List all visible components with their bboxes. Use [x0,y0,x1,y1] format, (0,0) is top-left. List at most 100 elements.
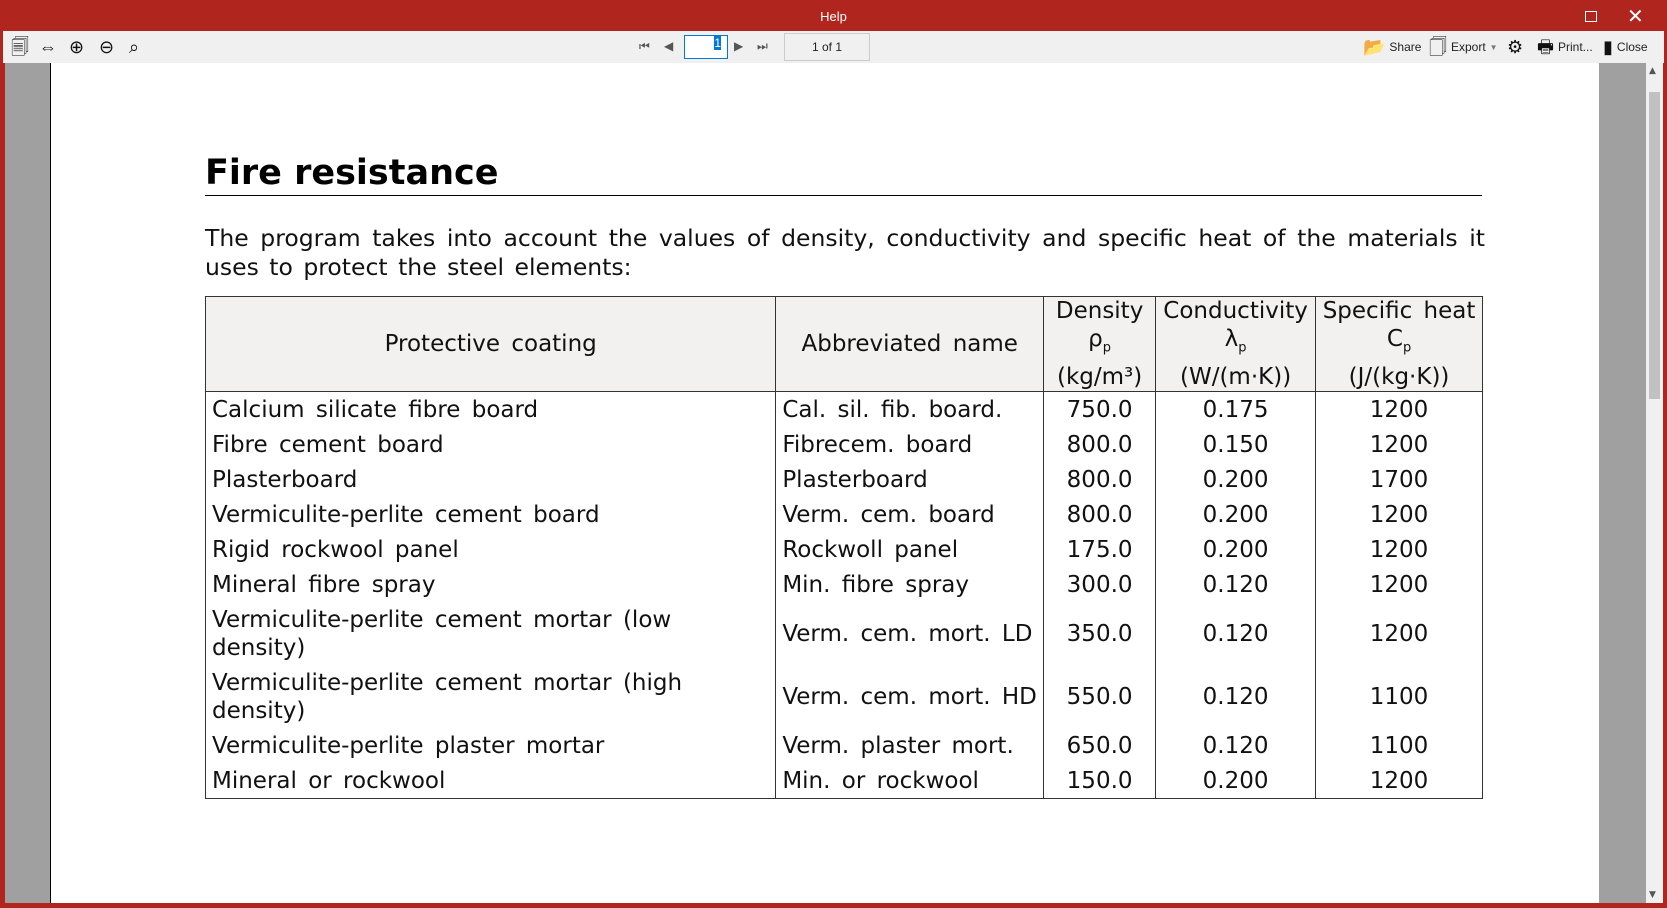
column-header: Protective coating [204,296,777,392]
header-unit: (W/(m·K)) [1179,363,1292,390]
scroll-up-icon[interactable]: ▲ [1649,66,1656,76]
toolbar: 🗐 ⇔ ⊕ ⊖ ⌕ ⏮ ◀ 1 ▶ ⏭ 1 of 1 📂 Share 🗍 Expor… [3,31,1664,63]
specific-heat-cell: 1200 [1315,391,1483,427]
zoom-in-icon[interactable]: ⊕ [69,35,84,59]
table-row: Mineral or rockwool Min. or rockwool 150.0… [204,762,1483,799]
conductivity-cell: 0.150 [1155,426,1317,462]
scroll-down-icon[interactable]: ▼ [1649,890,1656,900]
table-row: Vermiculite-perlite plaster mortar Verm. … [204,727,1483,763]
symbol: ρ [1088,326,1103,352]
export-button[interactable]: 🗍 Export ▼ [1429,35,1498,59]
table-row: Vermiculite-perlite cement mortar (high … [204,664,1483,728]
column-header: Abbreviated name [775,296,1045,392]
last-page-icon[interactable]: ⏭ [757,39,768,54]
abbrev-cell: Fibrecem. board [775,426,1045,462]
abbrev-cell: Min. or rockwool [775,762,1045,799]
intro-paragraph: The program takes into account the value… [205,224,1485,281]
density-cell: 175.0 [1043,531,1157,567]
coating-cell: Vermiculite-perlite plaster mortar [204,727,777,763]
coating-cell: Mineral fibre spray [204,566,777,602]
header-title: Specific heat [1322,298,1476,324]
fit-width-icon[interactable]: ⇔ [39,35,57,59]
density-cell: 150.0 [1043,762,1157,799]
share-button[interactable]: 📂 Share [1363,35,1421,59]
left-margin [5,63,51,903]
conductivity-cell: 0.120 [1155,664,1317,728]
specific-heat-cell: 1100 [1315,664,1483,728]
door-icon: ▮ [1603,37,1613,57]
right-margin [1599,63,1646,903]
chevron-down-icon: ▼ [1489,42,1498,52]
specific-heat-cell: 1100 [1315,727,1483,763]
next-page-icon[interactable]: ▶ [734,39,743,53]
column-header: Density ρp (kg/m³) [1043,296,1157,392]
coating-cell: Vermiculite-perlite cement board [204,496,777,532]
table-row: Vermiculite-perlite cement mortar (low d… [204,601,1483,665]
print-button[interactable]: 🖶 Print... [1537,35,1593,59]
header-unit: (kg/m³) [1056,363,1143,390]
table-row: Fibre cement board Fibrecem. board 800.0 0.… [204,426,1483,462]
header-symbol: ρp [1047,325,1152,363]
page-count: 1 of 1 [784,33,870,61]
printer-icon: 🖶 [1537,37,1554,57]
header-title: Abbreviated name [801,330,1018,357]
density-cell: 300.0 [1043,566,1157,602]
table-row: Mineral fibre spray Min. fibre spray 300.0… [204,566,1483,602]
conductivity-cell: 0.120 [1155,727,1317,763]
density-cell: 800.0 [1043,426,1157,462]
specific-heat-cell: 1200 [1315,531,1483,567]
conductivity-cell: 0.120 [1155,601,1317,665]
symbol: λ [1224,326,1239,352]
print-label: Print... [1558,40,1593,54]
subscript: p [1238,340,1247,356]
close-button[interactable]: ▮ Close [1603,35,1648,59]
share-label: Share [1389,40,1422,54]
specific-heat-cell: 1200 [1315,601,1483,665]
header-title: Conductivity [1163,298,1308,324]
conductivity-cell: 0.175 [1155,391,1317,427]
close-label: Close [1616,40,1648,54]
export-icon: 🗍 [1429,37,1447,57]
conductivity-cell: 0.200 [1155,496,1317,532]
page-number-input[interactable]: 1 [684,35,728,59]
conductivity-cell: 0.200 [1155,531,1317,567]
conductivity-cell: 0.200 [1155,461,1317,497]
zoom-page-icon[interactable]: ⌕ [129,35,139,59]
coating-cell: Rigid rockwool panel [204,531,777,567]
window-title: Help [820,9,847,24]
coating-cell: Vermiculite-perlite cement mortar (high … [204,664,777,728]
abbrev-cell: Verm. plaster mort. [775,727,1045,763]
abbrev-cell: Rockwoll panel [775,531,1045,567]
settings-icon[interactable]: ⚙ [1507,35,1523,59]
specific-heat-cell: 1200 [1315,566,1483,602]
coating-cell: Fibre cement board [204,426,777,462]
maximize-button[interactable] [1585,11,1597,22]
specific-heat-cell: 1200 [1315,496,1483,532]
close-window-button[interactable]: ✕ [1627,4,1644,28]
abbrev-cell: Verm. cem. mort. HD [775,664,1045,728]
zoom-out-icon[interactable]: ⊖ [99,35,114,59]
page-heading: Fire resistance [205,153,499,193]
abbrev-cell: Min. fibre spray [775,566,1045,602]
header-symbol: λp [1159,325,1312,363]
specific-heat-cell: 1700 [1315,461,1483,497]
table-header-row: Protective coating Abbreviated name Densit… [204,296,1483,392]
page-view-icon[interactable]: 🗐 [11,35,29,59]
materials-table: Protective coating Abbreviated name Densit… [204,296,1483,799]
coating-cell: Vermiculite-perlite cement mortar (low d… [204,601,777,665]
table-row: Plasterboard Plasterboard 800.0 0.200 1700 [204,461,1483,497]
header-title: Protective coating [384,330,597,357]
share-icon: 📂 [1363,37,1386,57]
export-label: Export [1450,40,1486,54]
specific-heat-cell: 1200 [1315,426,1483,462]
table-row: Rigid rockwool panel Rockwoll panel 175.0 0… [204,531,1483,567]
scrollbar-thumb[interactable] [1649,92,1660,399]
prev-page-icon[interactable]: ◀ [664,39,673,53]
coating-cell: Plasterboard [204,461,777,497]
first-page-icon[interactable]: ⏮ [639,39,650,54]
symbol: C [1386,326,1403,352]
density-cell: 750.0 [1043,391,1157,427]
column-header: Conductivity λp (W/(m·K)) [1155,296,1317,392]
header-unit: (J/(kg·K)) [1348,363,1450,390]
coating-cell: Calcium silicate fibre board [204,391,777,427]
